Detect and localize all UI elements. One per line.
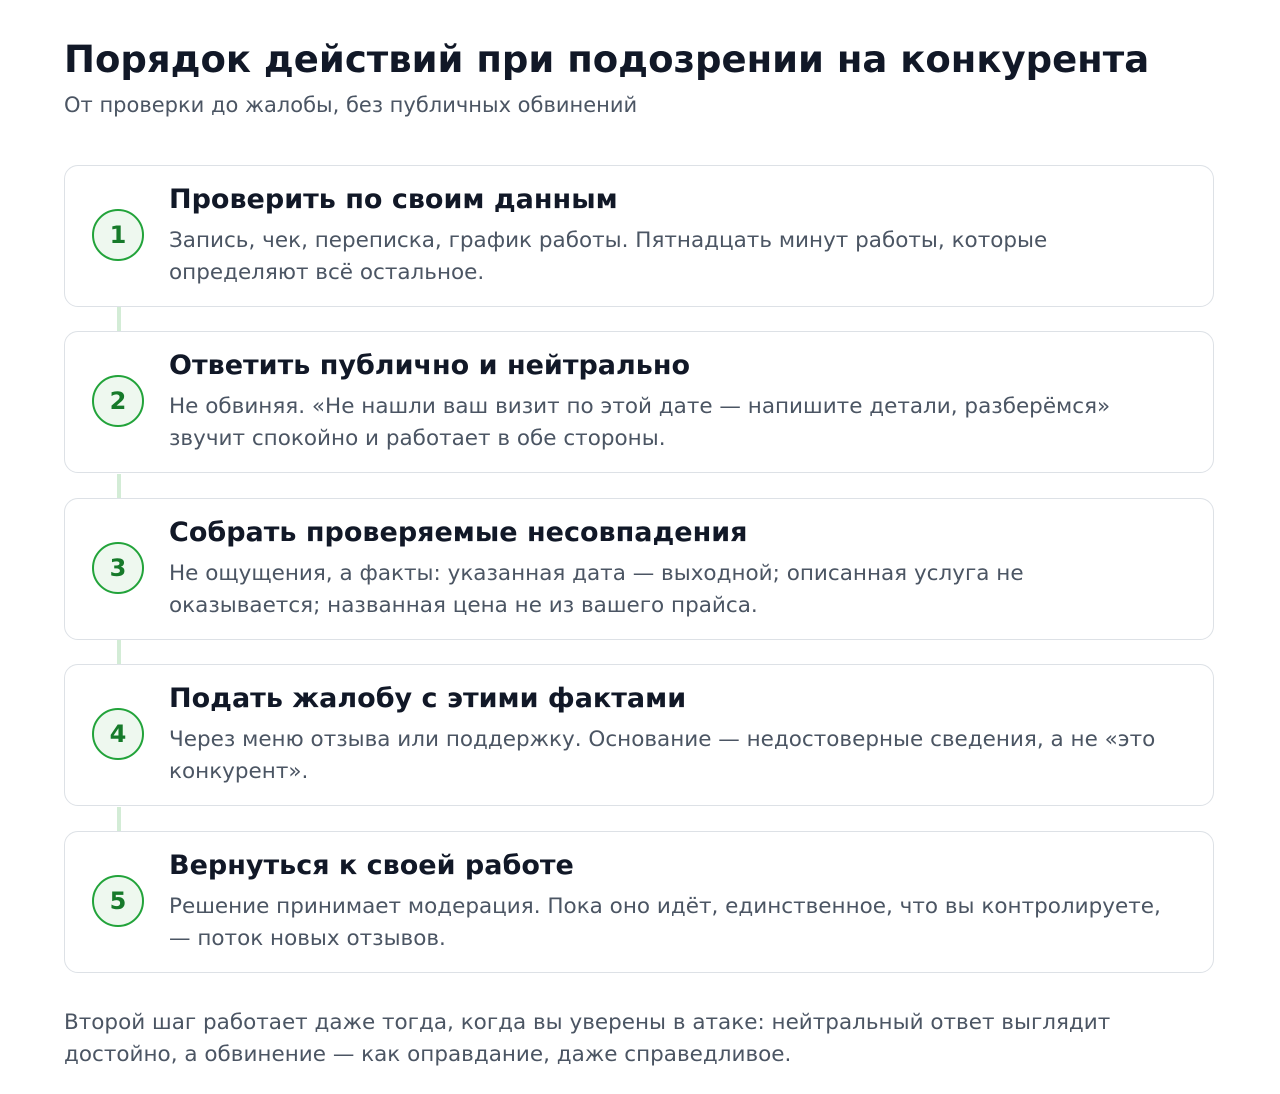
step-description: Через меню отзыва или поддержку. Основан… [169, 727, 1156, 784]
step-number-badge: 4 [92, 708, 144, 760]
step-title: Вернуться к своей работе [169, 850, 574, 881]
step-number-badge: 1 [92, 209, 144, 261]
step-number-badge: 3 [92, 542, 144, 594]
step-title: Проверить по своим данным [169, 184, 618, 215]
step-card: 3 Собрать проверяемые несовпадения Не ощ… [64, 498, 1214, 640]
step-title: Собрать проверяемые несовпадения [169, 517, 748, 548]
step-title: Ответить публично и нейтрально [169, 350, 691, 381]
footnote: Второй шаг работает даже тогда, когда вы… [64, 1010, 1111, 1067]
step-card: 1 Проверить по своим данным Запись, чек,… [64, 165, 1214, 307]
step-connector [117, 807, 121, 831]
step-title: Подать жалобу с этими фактами [169, 683, 687, 714]
step-card: 2 Ответить публично и нейтрально Не обви… [64, 331, 1214, 473]
step-description: Не ощущения, а факты: указанная дата — в… [169, 561, 1024, 618]
step-connector [117, 474, 121, 498]
step-connector [117, 640, 121, 664]
step-description: Не обвиняя. «Не нашли ваш визит по этой … [169, 394, 1111, 451]
step-number-badge: 5 [92, 875, 144, 927]
step-number-badge: 2 [92, 375, 144, 427]
page-title: Порядок действий при подозрении на конку… [64, 38, 1150, 81]
step-card: 4 Подать жалобу с этими фактами Через ме… [64, 664, 1214, 806]
step-connector [117, 307, 121, 331]
page-subtitle: От проверки до жалобы, без публичных обв… [64, 93, 638, 117]
step-description: Запись, чек, переписка, график работы. П… [169, 228, 1048, 285]
step-description: Решение принимает модерация. Пока оно ид… [169, 894, 1161, 951]
step-card: 5 Вернуться к своей работе Решение прини… [64, 831, 1214, 973]
